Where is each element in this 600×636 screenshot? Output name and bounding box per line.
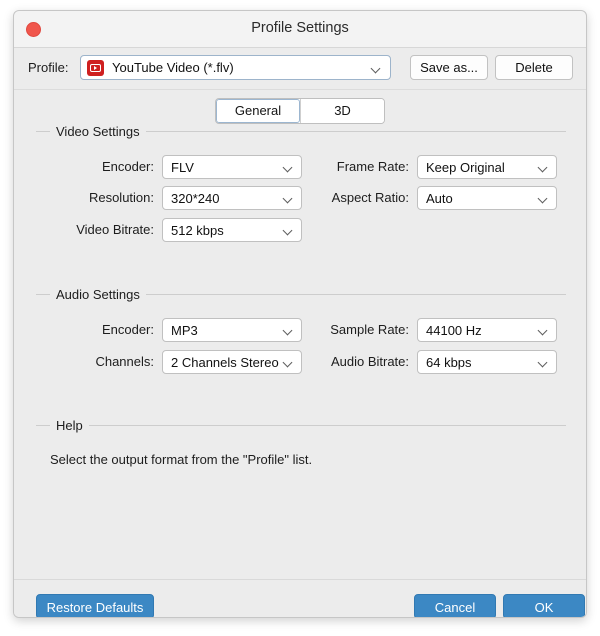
save-as-button[interactable]: Save as... bbox=[410, 55, 488, 80]
video-bitrate-label: Video Bitrate: bbox=[76, 222, 154, 237]
video-resolution-dropdown[interactable]: 320*240 bbox=[162, 186, 302, 210]
titlebar: Profile Settings bbox=[14, 11, 586, 48]
video-bitrate-dropdown[interactable]: 512 kbps bbox=[162, 218, 302, 242]
help-text: Select the output format from the "Profi… bbox=[50, 452, 313, 467]
chevron-down-icon bbox=[539, 194, 548, 203]
video-resolution-label: Resolution: bbox=[88, 190, 154, 205]
video-encoder-dropdown[interactable]: FLV bbox=[162, 155, 302, 179]
window-title: Profile Settings bbox=[251, 20, 349, 36]
cancel-button[interactable]: Cancel bbox=[414, 594, 496, 617]
profile-dropdown[interactable]: YouTube Video (*.flv) bbox=[80, 55, 391, 80]
chevron-down-icon bbox=[539, 326, 548, 335]
chevron-down-icon bbox=[372, 64, 381, 73]
footer: Restore Defaults Cancel OK bbox=[14, 579, 586, 617]
frame-rate-value: Keep Original bbox=[426, 160, 505, 175]
video-encoder-value: FLV bbox=[171, 160, 194, 175]
aspect-ratio-dropdown[interactable]: Auto bbox=[417, 186, 557, 210]
video-bitrate-value: 512 kbps bbox=[171, 223, 224, 238]
profile-row: Profile: YouTube Video (*.flv) Save as..… bbox=[14, 48, 586, 90]
tab-segmented-control: General 3D bbox=[215, 98, 385, 124]
profile-settings-window: Profile Settings Profile: YouTube Video … bbox=[13, 10, 587, 618]
audio-bitrate-label: Audio Bitrate: bbox=[330, 354, 409, 369]
chevron-down-icon bbox=[284, 226, 293, 235]
frame-rate-label: Frame Rate: bbox=[336, 159, 409, 174]
profile-label: Profile: bbox=[28, 60, 69, 75]
audio-encoder-label: Encoder: bbox=[101, 322, 154, 337]
video-resolution-value: 320*240 bbox=[171, 191, 220, 206]
ok-button[interactable]: OK bbox=[503, 594, 585, 617]
help-divider bbox=[36, 425, 566, 426]
chevron-down-icon bbox=[284, 194, 293, 203]
aspect-ratio-label: Aspect Ratio: bbox=[331, 190, 409, 205]
audio-channels-value: 2 Channels Stereo bbox=[171, 355, 279, 370]
tab-general[interactable]: General bbox=[216, 99, 300, 123]
frame-rate-dropdown[interactable]: Keep Original bbox=[417, 155, 557, 179]
aspect-ratio-value: Auto bbox=[426, 191, 453, 206]
profile-value: YouTube Video (*.flv) bbox=[112, 60, 234, 75]
audio-bitrate-value: 64 kbps bbox=[426, 355, 472, 370]
tab-3d[interactable]: 3D bbox=[300, 99, 384, 123]
restore-defaults-button[interactable]: Restore Defaults bbox=[36, 594, 154, 617]
delete-button[interactable]: Delete bbox=[495, 55, 573, 80]
chevron-down-icon bbox=[539, 358, 548, 367]
audio-encoder-value: MP3 bbox=[171, 323, 198, 338]
audio-encoder-dropdown[interactable]: MP3 bbox=[162, 318, 302, 342]
audio-settings-title: Audio Settings bbox=[50, 287, 146, 302]
chevron-down-icon bbox=[284, 358, 293, 367]
audio-channels-label: Channels: bbox=[95, 354, 154, 369]
video-settings-title: Video Settings bbox=[50, 124, 146, 139]
sample-rate-value: 44100 Hz bbox=[426, 323, 482, 338]
sample-rate-dropdown[interactable]: 44100 Hz bbox=[417, 318, 557, 342]
audio-bitrate-dropdown[interactable]: 64 kbps bbox=[417, 350, 557, 374]
chevron-down-icon bbox=[284, 163, 293, 172]
youtube-icon bbox=[87, 60, 104, 76]
sample-rate-label: Sample Rate: bbox=[330, 322, 409, 337]
video-encoder-label: Encoder: bbox=[101, 159, 154, 174]
chevron-down-icon bbox=[284, 326, 293, 335]
chevron-down-icon bbox=[539, 163, 548, 172]
help-title: Help bbox=[50, 418, 89, 433]
settings-body: Video Settings Encoder: FLV Resolution: … bbox=[14, 124, 586, 579]
audio-channels-dropdown[interactable]: 2 Channels Stereo bbox=[162, 350, 302, 374]
